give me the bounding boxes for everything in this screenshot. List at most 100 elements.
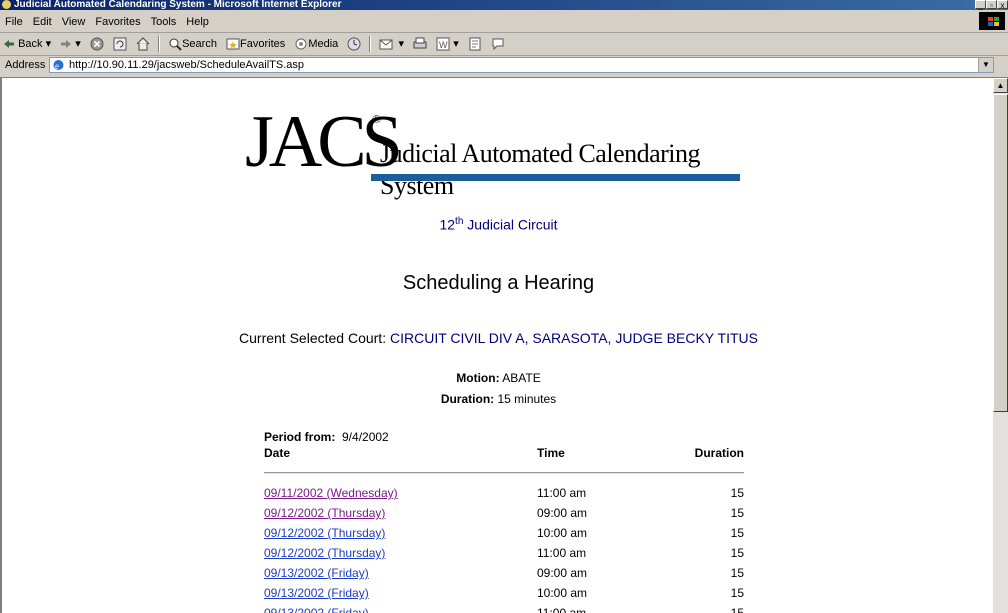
court-value: CIRCUIT CIVIL DIV A, SARASOTA, JUDGE BEC…	[389, 330, 758, 346]
media-icon	[295, 38, 307, 50]
forward-dropdown-icon[interactable]: ▾	[75, 38, 81, 50]
date-link[interactable]: 09/12/2002 (Thursday)	[264, 506, 385, 520]
favorites-label: Favorites	[240, 38, 286, 50]
mail-icon	[379, 39, 393, 50]
address-field[interactable]: e http://10.90.11.29/jacsweb/ScheduleAva…	[49, 57, 994, 73]
menu-favorites[interactable]: Favorites	[90, 10, 145, 29]
motion-value: ABATE	[499, 371, 541, 385]
table-header: Date Time Duration	[264, 445, 744, 461]
period-label: Period from:	[264, 430, 336, 444]
header-duration: Duration	[694, 446, 744, 460]
logo-underline-bar	[371, 174, 740, 181]
back-arrow-icon	[4, 40, 14, 49]
page-content: JACS ® Judicial Automated Calendaring Sy…	[0, 78, 993, 613]
stop-button[interactable]	[87, 33, 107, 52]
windows-logo-icon	[979, 12, 1005, 30]
menu-edit[interactable]: Edit	[28, 10, 57, 29]
minimize-button[interactable]: _	[975, 0, 986, 10]
standard-toolbar: Back ▾ ▾ Search Favorites Media ▾ W ▾	[0, 33, 1008, 56]
date-link[interactable]: 09/12/2002 (Thursday)	[264, 546, 385, 560]
edit-button[interactable]: W ▾	[433, 33, 462, 52]
header-date: Date	[264, 446, 291, 460]
forward-button[interactable]: ▾	[57, 33, 84, 52]
maximize-button[interactable]: ▫	[986, 0, 997, 10]
duration-cell: 15	[730, 566, 744, 580]
svg-text:e: e	[55, 61, 59, 71]
menu-view[interactable]: View	[57, 10, 91, 29]
address-label: Address	[5, 59, 46, 71]
address-bar: Address e http://10.90.11.29/jacsweb/Sch…	[0, 55, 1008, 78]
home-button[interactable]	[133, 33, 153, 52]
edit-dropdown-icon[interactable]: ▾	[453, 38, 459, 50]
period-line: Period from: 9/4/2002	[264, 430, 744, 445]
time-cell: 10:00 am	[537, 526, 588, 540]
time-cell: 11:00 am	[537, 606, 587, 613]
table-row: 09/12/2002 (Thursday) 09:00 am 15	[264, 502, 744, 522]
close-button[interactable]: x	[997, 0, 1008, 10]
media-button[interactable]: Media	[291, 33, 341, 52]
table-row: 09/11/2002 (Wednesday) 11:00 am 15	[264, 482, 744, 502]
header-time: Time	[537, 446, 565, 460]
date-link[interactable]: 09/12/2002 (Thursday)	[264, 526, 385, 540]
refresh-button[interactable]	[110, 33, 130, 52]
scroll-thumb[interactable]	[993, 94, 1008, 412]
jacs-logo: JACS ® Judicial Automated Calendaring Sy…	[245, 102, 745, 202]
toolbar-separator	[369, 36, 372, 52]
print-icon	[413, 37, 427, 49]
date-link[interactable]: 09/13/2002 (Friday)	[264, 606, 369, 613]
search-label: Search	[182, 38, 217, 50]
stop-icon	[90, 37, 104, 51]
title-bar: Judicial Automated Calendaring System - …	[0, 0, 1008, 10]
circuit-name: 12th Judicial Circuit	[2, 216, 993, 233]
motion-line: Motion: ABATE	[2, 371, 993, 385]
table-row: 09/13/2002 (Friday) 11:00 am 15	[264, 602, 744, 613]
history-button[interactable]	[344, 33, 364, 52]
table-body: 09/11/2002 (Wednesday) 11:00 am 15 09/12/20…	[264, 482, 744, 613]
menu-file[interactable]: File	[0, 10, 28, 29]
media-label: Media	[308, 38, 339, 50]
date-link[interactable]: 09/13/2002 (Friday)	[264, 586, 369, 600]
address-url: http://10.90.11.29/jacsweb/ScheduleAvail…	[69, 59, 305, 71]
motion-label: Motion:	[456, 371, 500, 385]
window-controls: _ ▫ x	[975, 0, 1008, 10]
address-dropdown-icon[interactable]: ▼	[978, 58, 993, 72]
favorites-icon	[226, 38, 240, 50]
vertical-scrollbar[interactable]: ▲	[993, 78, 1008, 613]
menu-help[interactable]: Help	[181, 10, 214, 29]
table-row: 09/13/2002 (Friday) 09:00 am 15	[264, 562, 744, 582]
duration-cell: 15	[730, 546, 744, 560]
messenger-button[interactable]	[488, 33, 508, 52]
favorites-button[interactable]: Favorites	[223, 33, 288, 52]
time-cell: 09:00 am	[537, 506, 588, 520]
discuss-button[interactable]	[465, 33, 485, 52]
page-icon: e	[53, 60, 64, 71]
time-cell: 09:00 am	[537, 566, 588, 580]
search-button[interactable]: Search	[165, 33, 220, 52]
back-dropdown-icon[interactable]: ▾	[46, 38, 52, 50]
time-cell: 10:00 am	[537, 586, 588, 600]
history-icon	[347, 37, 361, 51]
print-button[interactable]	[410, 33, 430, 52]
duration-cell: 15	[730, 506, 744, 520]
duration-label: Duration:	[440, 392, 495, 406]
svg-text:W: W	[439, 40, 448, 50]
period-value: 9/4/2002	[335, 430, 389, 444]
discuss-icon	[469, 37, 481, 51]
current-court: Current Selected Court: CIRCUIT CIVIL DI…	[2, 330, 993, 346]
court-label: Current Selected Court:	[239, 330, 390, 346]
menu-tools[interactable]: Tools	[146, 10, 182, 29]
table-row: 09/13/2002 (Friday) 10:00 am 15	[264, 582, 744, 602]
date-link[interactable]: 09/11/2002 (Wednesday)	[264, 486, 398, 500]
forward-arrow-icon	[61, 40, 72, 49]
search-icon	[169, 38, 182, 51]
logo-registered-mark: ®	[372, 112, 382, 126]
menu-bar: File Edit View Favorites Tools Help	[0, 10, 1008, 33]
mail-dropdown-icon[interactable]: ▾	[399, 38, 405, 50]
logo-tagline: Judicial Automated Calendaring System	[380, 139, 701, 200]
duration-value: 15 minutes	[494, 392, 557, 406]
scroll-up-icon[interactable]: ▲	[993, 78, 1008, 93]
mail-button[interactable]: ▾	[376, 33, 407, 52]
date-link[interactable]: 09/13/2002 (Friday)	[264, 566, 369, 580]
back-button[interactable]: Back ▾	[0, 33, 54, 52]
schedule-table: Period from: 9/4/2002 Date Time Duration…	[264, 430, 744, 613]
